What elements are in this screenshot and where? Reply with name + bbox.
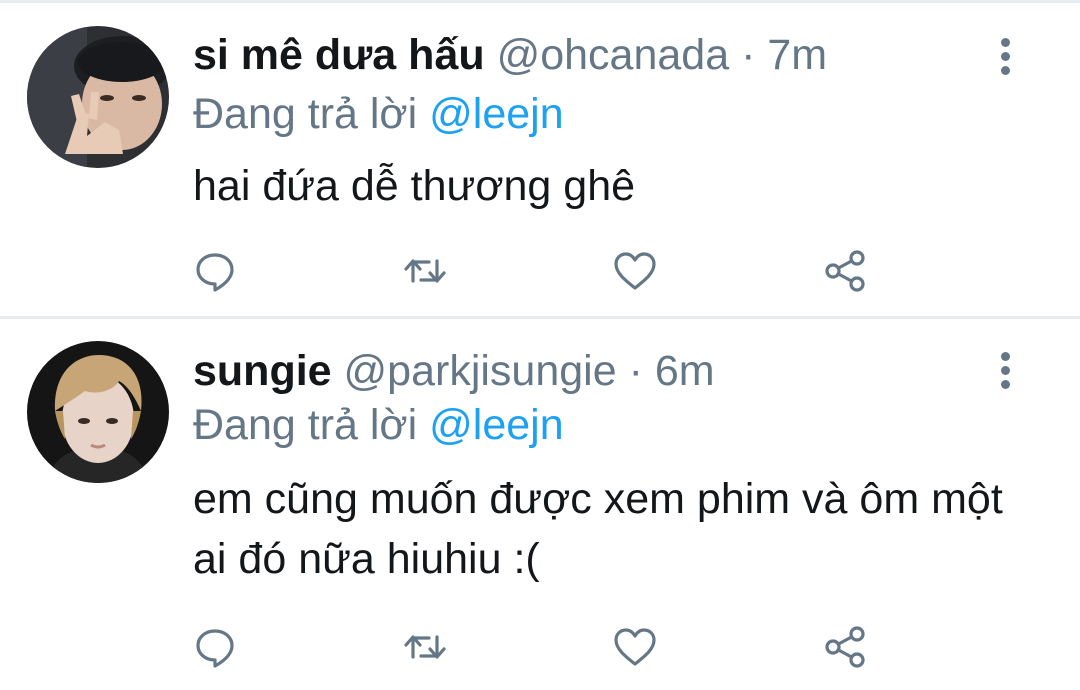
reply-mention-link[interactable]: @leejn (429, 90, 564, 138)
reply-icon (196, 629, 234, 668)
tweet-header: sungie @parkjisungie · 6m (193, 343, 715, 399)
reply-icon (196, 253, 234, 292)
avatar[interactable] (27, 26, 169, 168)
share-icon (825, 626, 865, 668)
share-button[interactable] (821, 247, 869, 295)
like-button[interactable] (611, 247, 659, 295)
separator: · (741, 31, 756, 79)
tweet-card[interactable]: si mê dưa hấu @ohcanada · 7m Đang trả lờ… (0, 3, 1080, 316)
reply-button[interactable] (191, 623, 239, 671)
like-button[interactable] (611, 623, 659, 671)
reply-prefix: Đang trả lời (193, 401, 418, 449)
user-handle[interactable]: @parkjisungie (344, 347, 617, 395)
retweet-button[interactable] (401, 623, 449, 671)
more-options-button[interactable] (993, 36, 1019, 76)
user-handle[interactable]: @ohcanada (497, 31, 730, 79)
tweet-text: em cũng muốn được xem phim và ôm một ai … (193, 475, 1003, 583)
reply-button[interactable] (191, 247, 239, 295)
replying-to: Đang trả lời @leejn (193, 86, 564, 142)
share-icon (825, 250, 865, 292)
display-name[interactable]: si mê dưa hấu (193, 31, 485, 79)
timestamp[interactable]: 6m (655, 347, 715, 395)
reply-mention-link[interactable]: @leejn (429, 401, 564, 449)
replying-to: Đang trả lời @leejn (193, 397, 564, 453)
tweet-card[interactable]: sungie @parkjisungie · 6m Đang trả lời @… (0, 319, 1080, 690)
avatar-photo (27, 26, 169, 168)
retweet-icon (404, 259, 446, 283)
share-button[interactable] (821, 623, 869, 671)
tweet-text: hai đứa dễ thương ghê (193, 162, 636, 210)
timestamp[interactable]: 7m (767, 31, 827, 79)
reply-prefix: Đang trả lời (193, 90, 418, 138)
tweet-actions (0, 617, 1080, 677)
heart-icon (614, 252, 656, 290)
retweet-button[interactable] (401, 247, 449, 295)
tweet-header: si mê dưa hấu @ohcanada · 7m (193, 27, 827, 83)
avatar[interactable] (27, 341, 169, 483)
separator: · (628, 347, 643, 395)
display-name[interactable]: sungie (193, 347, 332, 395)
retweet-icon (404, 635, 446, 659)
more-options-button[interactable] (993, 350, 1019, 390)
heart-icon (614, 628, 656, 666)
tweet-actions (0, 241, 1080, 301)
avatar-photo (27, 341, 169, 483)
